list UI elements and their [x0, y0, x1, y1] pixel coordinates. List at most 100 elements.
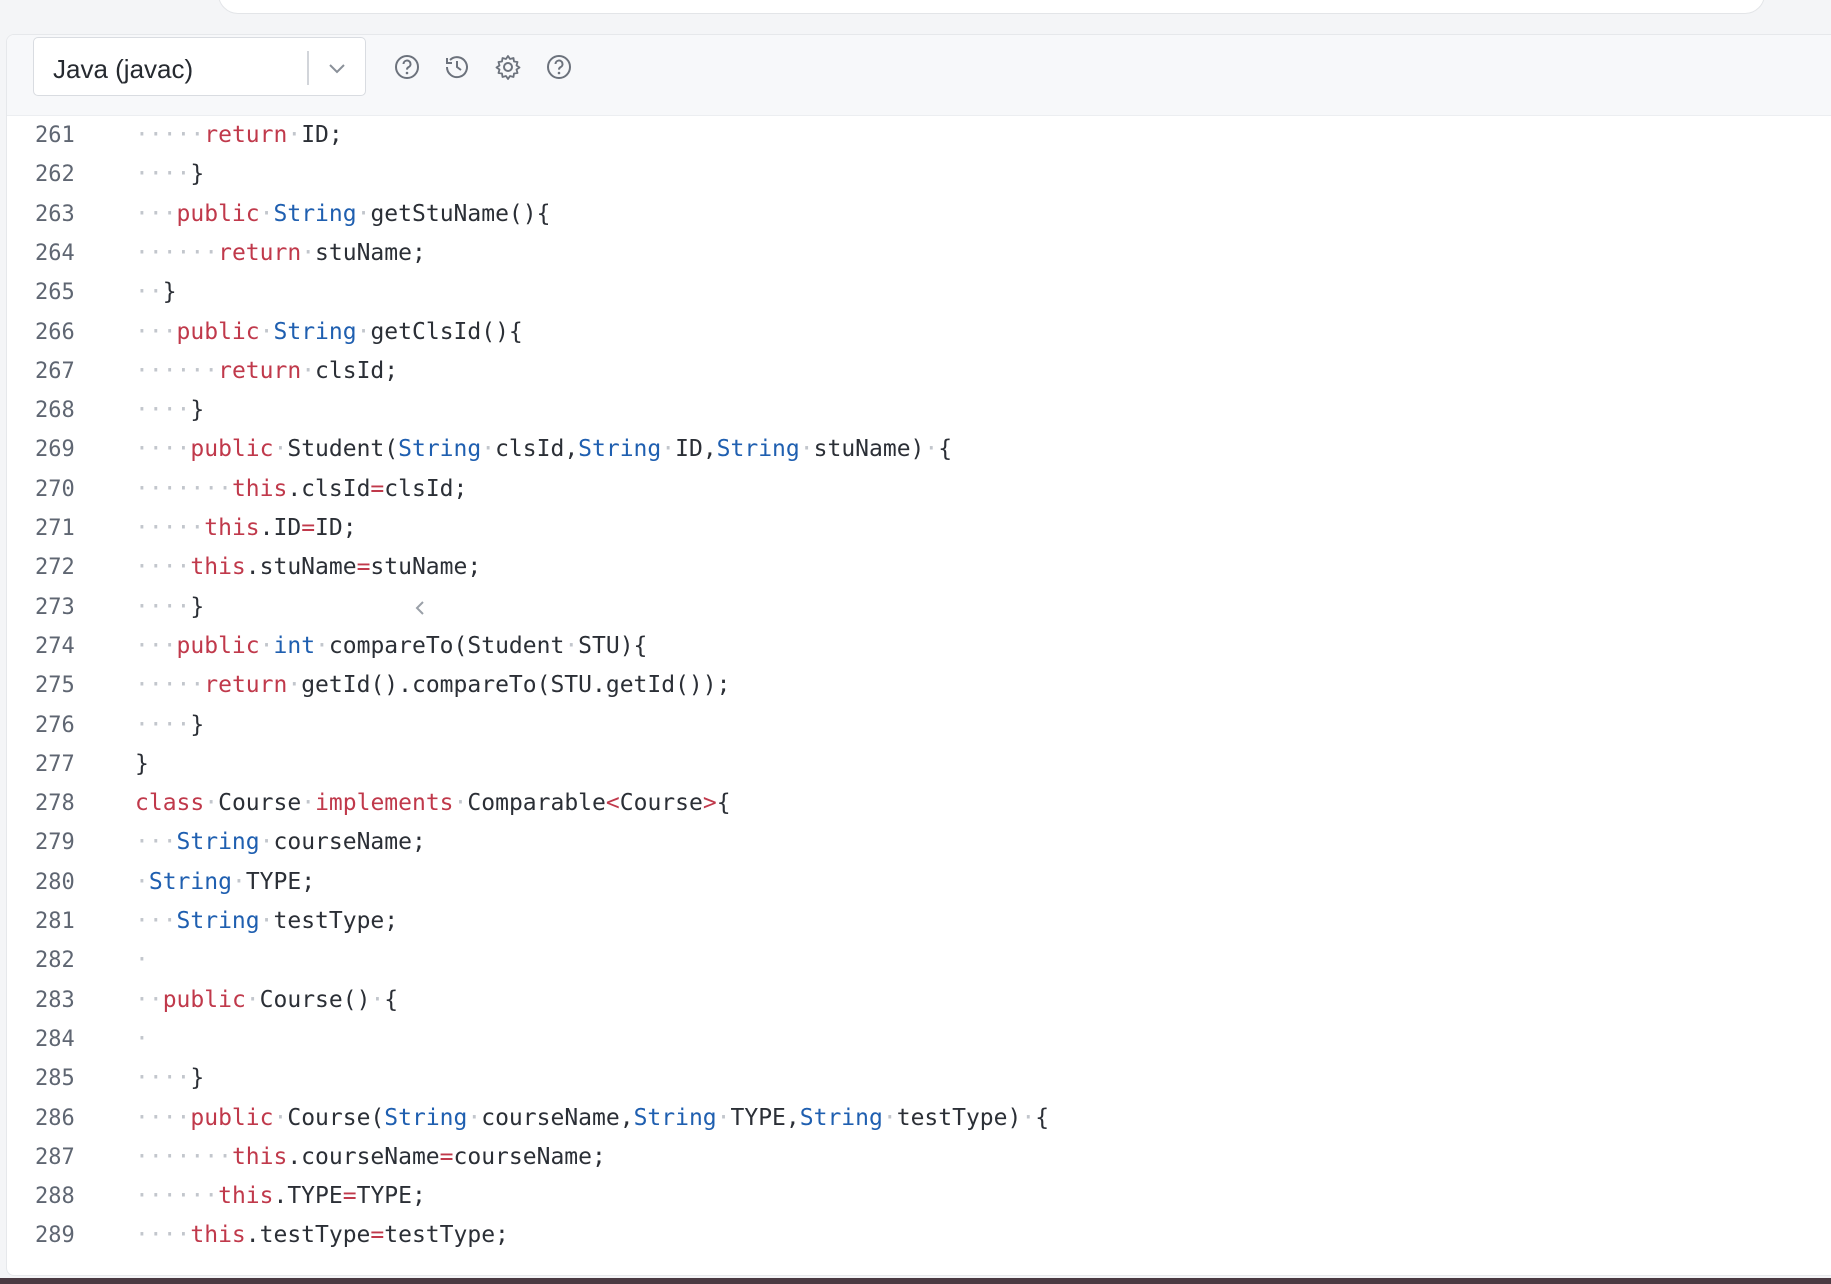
line-number: 287: [35, 1144, 75, 1170]
code-token: String: [384, 1104, 468, 1131]
code-line[interactable]: 278 class·Course·implements·Comparable<Co…: [7, 784, 1831, 823]
code-token: ·: [716, 1104, 731, 1131]
code-token: ·: [135, 868, 149, 895]
code-line[interactable]: 267 ······return·clsId;: [7, 352, 1831, 391]
code-token: ·: [564, 632, 579, 659]
code-token: ·: [245, 986, 260, 1013]
line-number: 285: [35, 1066, 75, 1092]
code-token: testType;: [384, 1222, 509, 1249]
code-token: Student(: [287, 436, 399, 463]
help-circle-icon[interactable]: [544, 52, 574, 82]
code-text: ···public·String·getStuName(){: [135, 195, 550, 234]
code-token: ·: [287, 122, 302, 148]
line-number: 272: [35, 555, 75, 581]
code-line[interactable]: 272 ····this.stuName=stuName;: [7, 548, 1831, 587]
line-number: 276: [35, 712, 75, 738]
code-text: ·······this.clsId=clsId;: [135, 470, 467, 509]
code-text: ······return·stuName;: [135, 234, 426, 273]
code-line[interactable]: 274 ···public·int·compareTo(Student·STU){: [7, 627, 1831, 666]
line-number: 261: [35, 123, 75, 148]
code-token: {: [384, 986, 399, 1013]
language-select[interactable]: Java (javac): [33, 37, 366, 96]
line-number: 283: [35, 987, 75, 1013]
code-line[interactable]: 264 ······return·stuName;: [7, 234, 1831, 273]
code-token: >: [702, 790, 717, 817]
code-line[interactable]: 263 ···public·String·getStuName(){: [7, 195, 1831, 234]
code-token: ······: [135, 239, 219, 266]
code-token: ·: [287, 672, 302, 699]
code-token: ·: [273, 436, 288, 463]
code-text: ····}: [135, 588, 204, 627]
code-text: ····}: [135, 391, 204, 430]
code-token: Course: [619, 790, 703, 817]
code-line[interactable]: 266 ···public·String·getClsId(){: [7, 313, 1831, 352]
code-text: ···public·String·getClsId(){: [135, 313, 523, 352]
code-line[interactable]: 277}: [7, 745, 1831, 784]
collapse-panel-button[interactable]: [403, 591, 437, 625]
code-token: ·: [135, 947, 149, 974]
code-token: ·····: [135, 672, 205, 699]
code-token: <: [605, 790, 620, 817]
code-line[interactable]: 287 ·······this.courseName=courseName;: [7, 1138, 1831, 1177]
code-token: ID;: [301, 122, 343, 148]
code-token: ····: [135, 1104, 191, 1131]
code-token: ···: [135, 318, 177, 345]
gear-icon[interactable]: [493, 52, 523, 82]
code-line[interactable]: 286 ····public·Course(String·courseName,S…: [7, 1099, 1831, 1138]
code-token: ···: [135, 829, 177, 856]
code-token: }: [135, 750, 149, 777]
code-token: }: [190, 161, 205, 188]
code-line[interactable]: 276 ····}: [7, 706, 1831, 745]
code-line[interactable]: 283 ··public·Course()·{: [7, 981, 1831, 1020]
code-area[interactable]: 261 ·····return·ID; 262 ····} 263 ···public·S…: [7, 116, 1831, 1275]
code-line[interactable]: 284 ·: [7, 1020, 1831, 1059]
code-token: =: [342, 1183, 357, 1210]
code-token: ·: [259, 200, 274, 227]
code-line[interactable]: 289 ····this.testType=testType;: [7, 1216, 1831, 1255]
code-token: }: [190, 1065, 205, 1092]
code-token: TYPE;: [356, 1183, 426, 1210]
code-token: String: [273, 318, 357, 345]
code-token: ·: [661, 436, 676, 463]
code-token: testType): [896, 1104, 1022, 1131]
code-line[interactable]: 273 ····}: [7, 588, 1831, 627]
code-token: courseName,: [481, 1104, 634, 1131]
code-line[interactable]: 262 ····}: [7, 155, 1831, 194]
line-number: 270: [35, 476, 75, 502]
code-line[interactable]: 270 ·······this.clsId=clsId;: [7, 470, 1831, 509]
line-number: 284: [35, 1026, 75, 1052]
code-line[interactable]: 288 ······this.TYPE=TYPE;: [7, 1177, 1831, 1216]
code-line[interactable]: 279 ···String·courseName;: [7, 823, 1831, 862]
code-token: public: [190, 1104, 274, 1131]
address-bar[interactable]: [218, 0, 1765, 14]
line-number: 271: [35, 516, 75, 541]
code-line[interactable]: 285 ····}: [7, 1059, 1831, 1098]
code-token: ·: [259, 318, 274, 345]
code-token: class: [135, 790, 205, 817]
code-text: class·Course·implements·Comparable<Cours…: [135, 784, 731, 823]
code-token: testType;: [273, 908, 399, 934]
line-number: 279: [35, 830, 75, 856]
code-text: ···String·testType;: [135, 902, 398, 941]
code-token: ·: [799, 436, 814, 463]
line-number: 277: [35, 751, 75, 777]
code-line[interactable]: 268 ····}: [7, 391, 1831, 430]
line-number: 267: [35, 358, 75, 384]
code-line[interactable]: 282 ·: [7, 941, 1831, 980]
code-token: .stuName: [245, 554, 357, 581]
code-text: ······return·clsId;: [135, 352, 398, 391]
code-token: =: [439, 1143, 454, 1170]
code-line[interactable]: 281 ···String·testType;: [7, 902, 1831, 941]
code-token: this: [190, 554, 246, 581]
help-circle-icon[interactable]: [392, 52, 422, 82]
history-icon[interactable]: [442, 52, 472, 82]
code-line[interactable]: 265 ··}: [7, 273, 1831, 312]
code-line[interactable]: 275 ·····return·getId().compareTo(STU.get…: [7, 666, 1831, 705]
code-line[interactable]: 271 ·····this.ID=ID;: [7, 509, 1831, 548]
code-token: stuName;: [315, 239, 426, 266]
code-line[interactable]: 280 ·String·TYPE;: [7, 863, 1831, 902]
code-line[interactable]: 261 ·····return·ID;: [7, 116, 1831, 155]
code-text: ······this.TYPE=TYPE;: [135, 1177, 426, 1216]
code-line[interactable]: 269 ····public·Student(String·clsId,Strin…: [7, 430, 1831, 469]
code-text: ·String·TYPE;: [135, 863, 315, 902]
